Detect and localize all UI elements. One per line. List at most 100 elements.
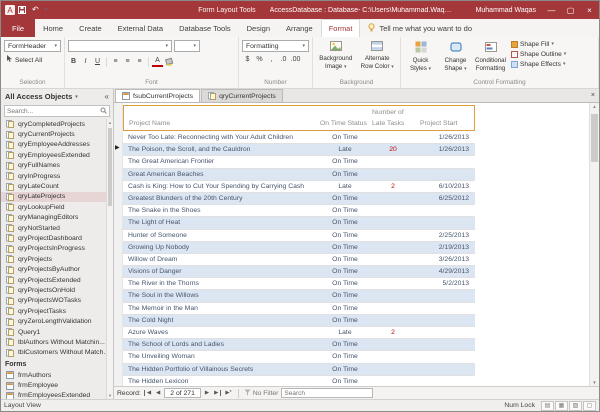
close-object-icon[interactable]: × [591, 92, 595, 99]
cell-status[interactable]: On Time [319, 317, 371, 324]
nav-item-qryprojectsonhold[interactable]: qryProjectsOnHold [1, 285, 113, 295]
selection-dropdown[interactable]: FormHeader ▾ [4, 40, 61, 52]
cell-name[interactable]: Willow of Dream [128, 256, 316, 263]
nav-item-qrylateprojects[interactable]: qryLateProjects [1, 192, 113, 202]
cell-status[interactable]: On Time [319, 305, 371, 312]
nav-item-qrynotstarted[interactable]: qryNotStarted [1, 223, 113, 233]
cell-name[interactable]: Azure Waves [128, 329, 316, 336]
scrollbar-thumb[interactable] [591, 114, 598, 162]
cell-status[interactable]: On Time [319, 341, 371, 348]
table-row[interactable]: Great American BeachesOn Time [123, 169, 475, 181]
cell-status[interactable]: Late [319, 146, 371, 153]
cell-name[interactable]: Growing Up Nobody [128, 244, 316, 251]
font-size-dropdown[interactable]: ▾ [174, 40, 200, 52]
cell-name[interactable]: Great American Beaches [128, 171, 316, 178]
first-record-button[interactable]: ◀ [144, 390, 152, 396]
nav-search-input[interactable] [7, 108, 100, 115]
table-row[interactable]: The Poison, the Scroll, and the Cauldron… [123, 144, 475, 156]
table-row[interactable]: Cash is King: How to Cut Your Spending b… [123, 181, 475, 193]
nav-item-qryprojects[interactable]: qryProjects [1, 254, 113, 264]
nav-item-qryprojectsinprogress[interactable]: qryProjectsInProgress [1, 244, 113, 254]
column-header-late-tasks-line2[interactable]: Late Tasks [372, 120, 404, 127]
cell-status[interactable]: On Time [319, 207, 371, 214]
nav-scrollbar[interactable]: ▲ ▼ [106, 119, 113, 399]
cell-name[interactable]: The School of Lords and Ladies [128, 341, 316, 348]
column-header-project-start[interactable]: Project Start [420, 120, 457, 127]
align-right-icon[interactable]: ≡ [134, 56, 145, 67]
scroll-up-icon[interactable]: ▲ [590, 104, 599, 109]
cell-status[interactable]: On Time [319, 292, 371, 299]
nav-item-qryemployeeaddresses[interactable]: qryEmployeeAddresses [1, 140, 113, 150]
scroll-down-icon[interactable]: ▼ [107, 393, 113, 398]
filter-indicator[interactable]: No Filter [244, 389, 279, 398]
shape-effects-button[interactable]: Shape Effects ▾ [509, 60, 568, 69]
table-row[interactable]: Azure WavesLate2 [123, 327, 475, 339]
number-format-dropdown[interactable]: Formatting ▾ [242, 40, 309, 52]
maximize-icon[interactable]: ▢ [561, 1, 580, 19]
font-color-button[interactable]: A [152, 57, 163, 67]
table-row[interactable]: Visions of DangerOn Time4/29/2013 [123, 266, 475, 278]
ribbon-tab-database-tools[interactable]: Database Tools [171, 19, 239, 37]
scroll-up-icon[interactable]: ▲ [107, 120, 113, 125]
cell-status[interactable]: On Time [319, 280, 371, 287]
cell-status[interactable]: On Time [319, 195, 371, 202]
cell-name[interactable]: The Light of Heat [128, 219, 316, 226]
shutter-close-icon[interactable]: « [105, 92, 109, 101]
paint-bucket-icon[interactable] [164, 56, 175, 67]
column-header-on-time-status[interactable]: On Time Status [320, 120, 367, 127]
ribbon-tab-design[interactable]: Design [239, 19, 278, 37]
nav-item-qrylookupfield[interactable]: qryLookupField [1, 202, 113, 212]
table-row[interactable]: The Cold NightOn Time [123, 315, 475, 327]
table-row[interactable]: Hunter of SomeoneOn Time2/25/2013 [123, 230, 475, 242]
cell-start[interactable]: 6/10/2013 [415, 183, 469, 190]
record-position[interactable]: 2 of 271 [164, 388, 201, 398]
nav-item-qryprojectsbyauthor[interactable]: qryProjectsByAuthor [1, 264, 113, 274]
cell-name[interactable]: The Hidden Lexicon [128, 378, 316, 385]
chevron-down-icon[interactable]: ▾ [75, 94, 78, 100]
cell-name[interactable]: Greatest Blunders of the 20th Century [128, 195, 316, 202]
select-all-button[interactable]: Select All [4, 54, 61, 66]
record-selector-strip[interactable]: ▶ [114, 103, 123, 386]
cell-name[interactable]: The River in the Thorns [128, 280, 316, 287]
alternate-row-color-button[interactable]: Alternate Row Color ▾ [358, 40, 398, 78]
nav-item-qryprojectdashboard[interactable]: qryProjectDashboard [1, 233, 113, 243]
nav-item-qryemployeesextended[interactable]: qryEmployeesExtended [1, 150, 113, 160]
table-row[interactable]: Growing Up NobodyOn Time2/19/2013 [123, 242, 475, 254]
design-view-button[interactable]: ▢ [583, 401, 596, 411]
align-left-icon[interactable]: ≡ [110, 56, 121, 67]
cell-name[interactable]: The Unveiling Woman [128, 353, 316, 360]
nav-item-qrycurrentprojects[interactable]: qryCurrentProjects [1, 129, 113, 139]
shape-fill-button[interactable]: Shape Fill ▾ [509, 40, 568, 49]
table-row[interactable]: The Great American FrontierOn Time [123, 156, 475, 168]
increase-decimals-icon[interactable]: .0 [278, 54, 289, 65]
record-search-input[interactable] [281, 388, 373, 398]
nav-item-frmemployeesextended[interactable]: frmEmployeesExtended [1, 391, 113, 399]
table-row[interactable]: The Hidden Portfolio of Villainous Secre… [123, 364, 475, 376]
cell-name[interactable]: The Cold Night [128, 317, 316, 324]
cell-start[interactable]: 1/26/2013 [415, 134, 469, 141]
ribbon-tab-arrange[interactable]: Arrange [278, 19, 321, 37]
comma-icon[interactable]: , [266, 54, 277, 65]
form-header-section[interactable]: Project Name On Time Status Number of La… [123, 105, 475, 131]
background-image-button[interactable]: Background Image ▾ [316, 40, 356, 78]
cell-status[interactable]: On Time [319, 353, 371, 360]
change-shape-button[interactable]: Change Shape ▾ [439, 40, 472, 78]
table-row[interactable]: The School of Lords and LadiesOn Time [123, 339, 475, 351]
nav-item-frmemployee[interactable]: frmEmployee [1, 380, 113, 390]
cell-status[interactable]: On Time [319, 244, 371, 251]
align-center-icon[interactable]: ≡ [122, 56, 133, 67]
scroll-down-icon[interactable]: ▼ [590, 380, 599, 385]
cell-name[interactable]: The Snake in the Shoes [128, 207, 316, 214]
datasheet-view-button[interactable]: ▦ [555, 401, 568, 411]
qat-customize-icon[interactable]: ▾ [45, 8, 48, 13]
tab-fsubcurrentprojects[interactable]: fsubCurrentProjects [115, 89, 200, 102]
table-row[interactable]: The Snake in the ShoesOn Time [123, 205, 475, 217]
table-row[interactable]: The Soul in the WillowsOn Time [123, 290, 475, 302]
nav-item-tblauthors-without-matchin-[interactable]: tblAuthors Without Matchin... [1, 337, 113, 347]
cell-status[interactable]: On Time [319, 134, 371, 141]
cell-status[interactable]: On Time [319, 256, 371, 263]
ribbon-tab-file[interactable]: File [1, 19, 35, 37]
cell-name[interactable]: The Hidden Portfolio of Villainous Secre… [128, 366, 316, 373]
cell-status[interactable]: On Time [319, 171, 371, 178]
quick-styles-button[interactable]: Quick Styles ▾ [404, 40, 437, 78]
